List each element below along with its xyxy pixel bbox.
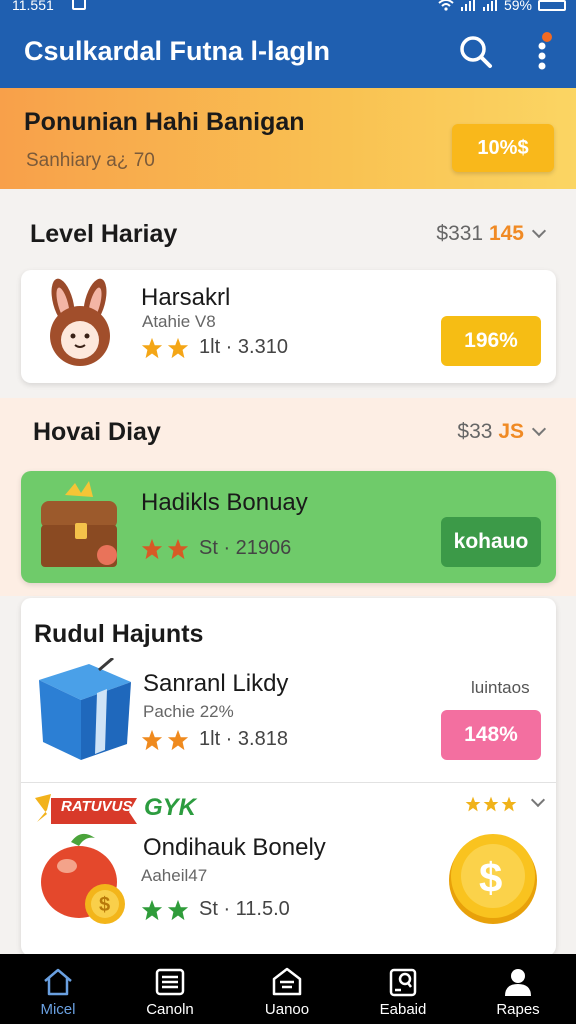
card-title: Sanranl Likdy	[143, 670, 289, 697]
section-meta-accent: JS	[498, 420, 524, 443]
star-icon	[167, 899, 189, 920]
notification-dot	[542, 32, 552, 42]
gift-box-icon	[39, 658, 131, 760]
section-title: Hovai Diay	[33, 418, 161, 446]
ribbon-label: RATUVUS	[61, 798, 133, 815]
signal-icon	[460, 0, 475, 11]
battery-percent: 59%	[503, 0, 532, 13]
section-meta: $331 145	[436, 222, 547, 246]
more-options-button[interactable]	[530, 32, 558, 74]
list-icon	[155, 968, 185, 996]
tab-eabaid[interactable]: Eabaid	[353, 954, 453, 1024]
clipboard-icon	[389, 968, 417, 997]
tab-rapes[interactable]: Rapes	[468, 954, 568, 1024]
svg-text:$: $	[99, 894, 110, 916]
tab-label: Uanoo	[264, 1001, 310, 1018]
fruit-coin-icon: $	[41, 833, 125, 924]
bonus-card[interactable]: Hadikls Bonuay St · 21906 kohauo	[21, 471, 556, 583]
battery-icon	[538, 0, 566, 11]
search-icon	[460, 36, 492, 68]
status-bar: 11.551 59%	[0, 0, 576, 14]
card-action-button[interactable]: 196%	[441, 316, 541, 366]
treasure-chest-icon	[41, 481, 117, 567]
card-rating-text: 1lt · 3.818	[199, 728, 288, 750]
status-right-group: 59%	[438, 0, 566, 13]
app-title: Csulkardal Futna l-lagIn	[24, 36, 331, 66]
bottom-tab-bar: Micel Canoln Uanoo Eabaid Rapes	[0, 954, 576, 1024]
card-title: Ondihauk Bonely	[143, 834, 326, 861]
star-icon	[483, 796, 499, 812]
tab-label: Rapes	[496, 1001, 540, 1018]
app-bar: Csulkardal Futna l-lagIn	[0, 14, 576, 88]
card-subtitle: Atahie V8	[142, 312, 216, 331]
card-action-button[interactable]: kohauo	[441, 517, 541, 567]
section-header-level[interactable]: Level Hariay $331 145	[0, 204, 576, 264]
card-tag: GYK	[144, 794, 197, 821]
chevron-down-icon[interactable]	[531, 223, 547, 239]
promo-banner[interactable]: Ponunian Hahi Banigan Sanhiary a¿ 70 10%…	[0, 88, 576, 189]
star-icon	[141, 337, 163, 358]
star-icon	[167, 729, 189, 750]
reward-card[interactable]: Harsakrl Atahie V8 1lt · 3.310 196%	[21, 270, 556, 383]
section-meta: $33 JS	[457, 420, 547, 444]
chevron-down-icon[interactable]	[531, 421, 547, 437]
reward-card[interactable]: RATUVUS GYK $ Ondihauk Bonely Aaheil47 S…	[21, 786, 556, 956]
star-icon	[465, 796, 481, 812]
divider	[21, 782, 556, 783]
search-button[interactable]	[458, 34, 494, 70]
card-rating: 1lt · 3.310	[141, 336, 288, 359]
card-rating: St · 11.5.0	[141, 898, 290, 921]
chevron-down-icon[interactable]	[530, 792, 546, 808]
user-icon	[505, 969, 531, 996]
tab-home[interactable]: Micel	[8, 954, 108, 1024]
promo-title: Ponunian Hahi Banigan	[24, 108, 305, 136]
card-rating: St · 21906	[141, 537, 291, 560]
star-icon	[167, 337, 189, 358]
inbox-icon	[272, 967, 302, 996]
svg-text:$: $	[479, 854, 502, 901]
card-rating-text: St · 21906	[199, 537, 292, 559]
tab-label: Micel	[40, 1001, 76, 1018]
card-title: Hadikls Bonuay	[141, 489, 308, 516]
status-time: 11.551	[12, 0, 54, 13]
star-icon	[501, 796, 517, 812]
star-icon	[141, 538, 163, 559]
signal-icon-2	[482, 0, 497, 11]
section-title: Rudul Hajunts	[34, 620, 204, 648]
card-title: Harsakrl	[141, 284, 231, 311]
card-subtitle: Aaheil47	[141, 866, 208, 885]
dollar-coin-icon[interactable]: $	[443, 826, 543, 926]
home-icon	[44, 968, 72, 996]
section-header-hovai[interactable]: Hovai Diay $33 JS	[0, 402, 576, 462]
card-subtitle: Pachie 22%	[143, 702, 234, 721]
section-meta-value: $331	[436, 222, 484, 245]
section-panel: Rudul Hajunts Sanranl Likdy Pachie 22% l…	[21, 598, 556, 956]
promo-subtitle: Sanhiary a¿ 70	[26, 150, 155, 171]
reward-card[interactable]: Sanranl Likdy Pachie 22% luintaos 1lt · …	[21, 656, 556, 782]
card-stars-top	[465, 792, 546, 812]
star-icon	[141, 729, 163, 750]
tab-canoln[interactable]: Canoln	[120, 954, 220, 1024]
star-icon	[141, 899, 163, 920]
promo-badge-button[interactable]: 10%$	[452, 124, 554, 172]
wifi-icon	[438, 0, 454, 11]
card-action-button[interactable]: 148%	[441, 710, 541, 760]
card-rating: 1lt · 3.818	[141, 728, 288, 751]
card-side-label: luintaos	[471, 678, 530, 697]
section-title: Level Hariay	[30, 220, 178, 248]
section-meta-accent: 145	[488, 222, 524, 245]
tab-label: Eabaid	[379, 1001, 427, 1018]
bunny-icon	[50, 278, 110, 366]
card-rating-text: St · 11.5.0	[199, 898, 290, 920]
tab-label: Canoln	[146, 1001, 194, 1018]
section-meta-value: $33	[457, 420, 493, 443]
star-icon	[167, 538, 189, 559]
gallery-notification-icon	[72, 0, 86, 10]
card-rating-text: 1lt · 3.310	[199, 336, 288, 358]
tab-uanoo[interactable]: Uanoo	[237, 954, 337, 1024]
